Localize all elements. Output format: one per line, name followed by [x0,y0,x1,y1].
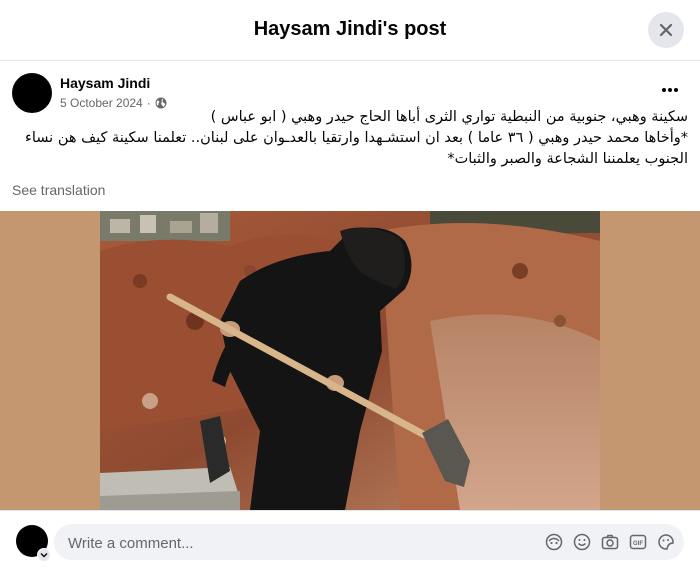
post-text-line: سكينة وهبي، جنوبية من النبطية تواري الثر… [210,109,688,125]
photo-button[interactable] [600,532,620,552]
post-text-line: الجنوب يعلمننا الشجاعة والصبر والثبات* [447,151,688,167]
close-icon [659,23,673,37]
sticker-icon [658,534,674,550]
avatar-sticker-icon [545,533,563,551]
more-options-button[interactable] [654,76,686,104]
avatar-menu-badge[interactable] [37,548,51,562]
post-text: سكينة وهبي، جنوبية من النبطية تواري الثر… [12,107,688,170]
gif-button[interactable]: GIF [628,532,648,552]
gif-icon: GIF [629,534,647,550]
chevron-down-icon [40,553,48,558]
post-text-line: *وأخاها محمد حيدر وهبي ( ٣٦ عاما ) بعد ا… [25,130,688,146]
camera-icon [601,534,619,550]
comment-composer: GIF [0,510,700,578]
post-photo[interactable] [100,211,600,510]
avatar-sticker-button[interactable] [544,532,564,552]
post-media[interactable] [0,211,700,510]
comment-input[interactable] [66,524,530,562]
author-name[interactable]: Haysam Jindi [60,75,150,91]
comment-box: GIF [54,524,684,562]
gif-label: GIF [633,541,643,547]
emoji-icon [573,533,591,551]
more-horizontal-icon [662,88,678,92]
dialog-title: Haysam Jindi's post [253,18,447,40]
sticker-button[interactable] [656,532,676,552]
see-translation-link[interactable]: See translation [12,182,105,198]
post-photo-graphic [100,211,600,510]
dialog-header: Haysam Jindi's post [0,0,700,61]
emoji-button[interactable] [572,532,592,552]
close-button[interactable] [648,12,684,48]
